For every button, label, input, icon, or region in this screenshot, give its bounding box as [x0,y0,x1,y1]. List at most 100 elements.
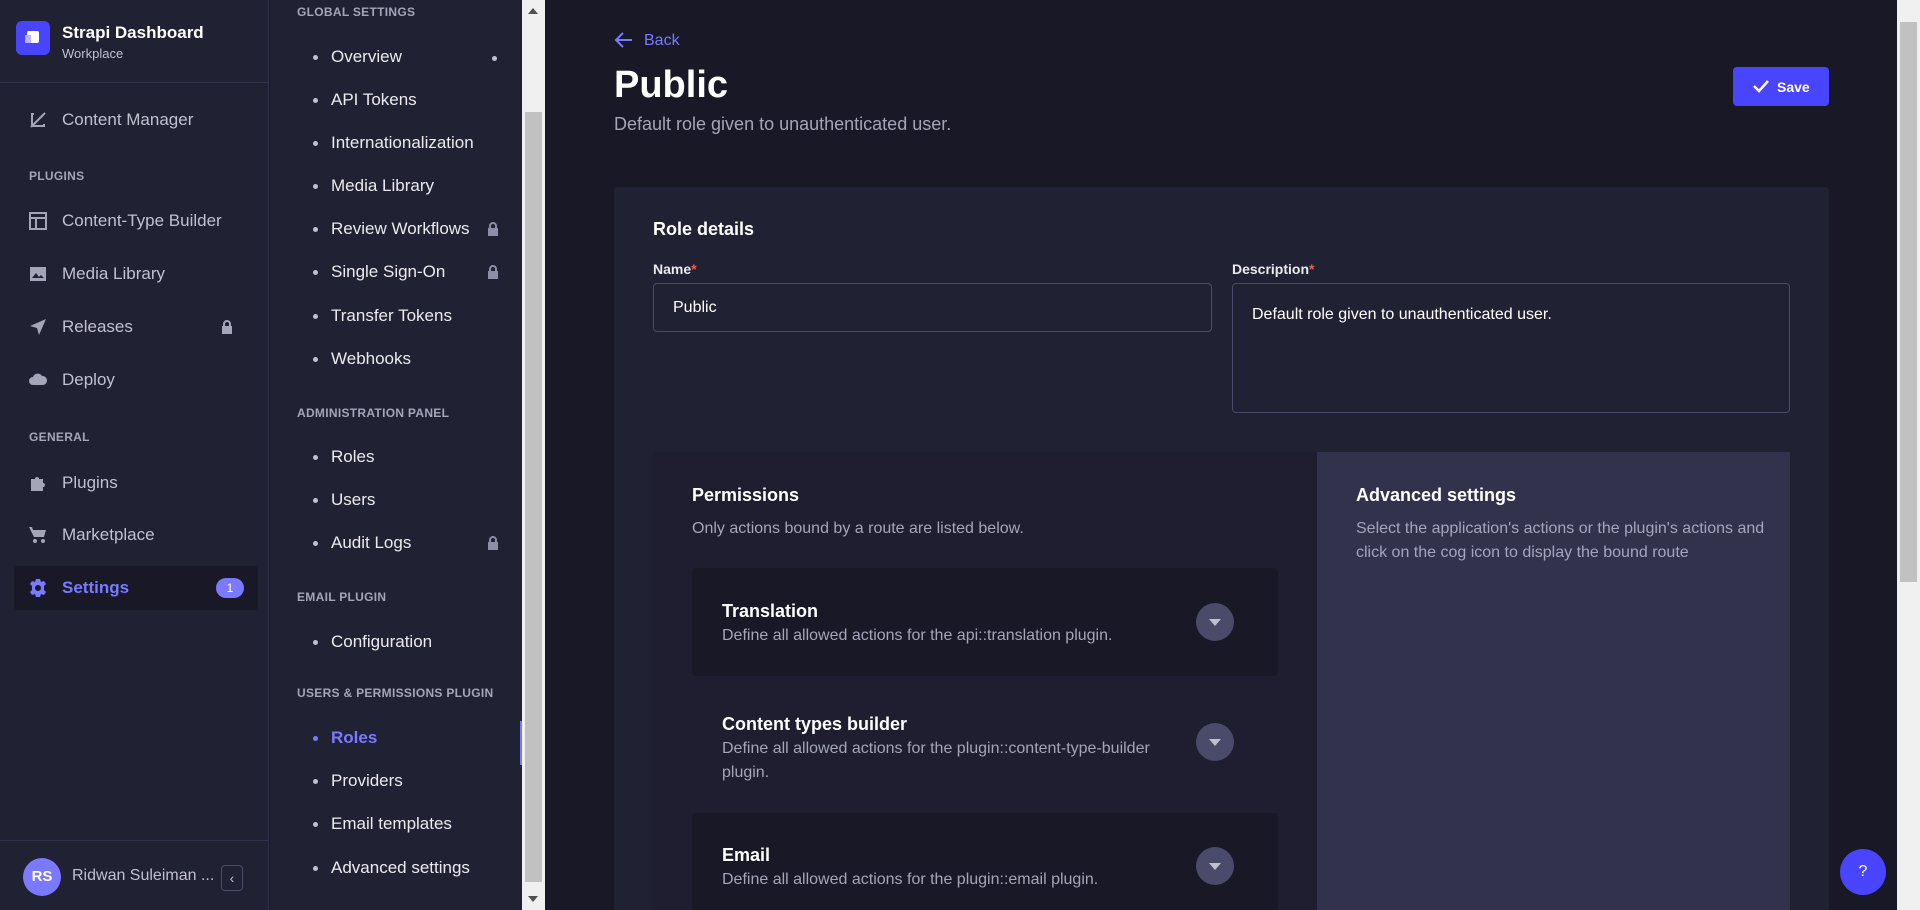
nav-content-manager[interactable]: Content Manager [14,98,258,142]
settings-item-audit-logs[interactable]: Audit Logs [270,526,520,560]
scroll-down-arrow-icon[interactable] [528,896,538,902]
nav-label: Deploy [62,370,115,389]
bullet-icon [313,640,318,645]
section-users-permissions-plugin: USERS & PERMISSIONS PLUGIN [297,686,494,700]
chevron-down-icon[interactable] [1196,603,1234,641]
check-icon [1753,80,1769,93]
settings-item-email-templates[interactable]: Email templates [270,807,520,841]
permissions-subtitle: Only actions bound by a route are listed… [692,520,1024,537]
strapi-logo [16,21,50,55]
description-textarea[interactable]: Default role given to unauthenticated us… [1232,283,1790,413]
accordion-content-types-builder[interactable]: Content types builder Define all allowed… [692,688,1278,796]
brand-header: Strapi Dashboard Workplace [0,0,268,83]
settings-item-label: Roles [331,728,378,747]
user-menu[interactable]: RS Ridwan Suleiman ... ‹ [0,840,268,910]
arrow-left-icon [614,32,632,48]
settings-item-review-workflows[interactable]: Review Workflows [270,212,520,246]
back-label: Back [644,32,680,49]
settings-item-label: Advanced settings [331,858,470,877]
scrollbar-thumb[interactable] [1900,22,1917,582]
settings-item-advanced-settings[interactable]: Advanced settings [270,851,520,885]
settings-item-media-library[interactable]: Media Library [270,169,520,203]
page-scrollbar[interactable] [1897,0,1920,910]
settings-item-label: Email templates [331,814,452,833]
section-email-plugin: EMAIL PLUGIN [297,590,387,604]
save-label: Save [1777,79,1810,95]
name-input-value: Public [673,299,717,316]
nav-label: Settings [62,578,130,597]
notification-badge: 1 [216,578,244,598]
section-global-settings: GLOBAL SETTINGS [297,5,416,19]
page-title: Public [614,64,729,106]
collapse-nav-button[interactable]: ‹ [221,865,243,891]
settings-item-overview[interactable]: Overview [270,40,520,74]
nav-section-general: GENERAL [29,430,90,444]
cog-icon [30,579,46,597]
nav-media-library[interactable]: Media Library [14,252,258,296]
feather-icon [30,112,46,128]
accordion-description: Define all allowed actions for the plugi… [722,740,1150,781]
advanced-settings-subtitle: Select the application's actions or the … [1356,520,1765,561]
bullet-icon [313,55,318,60]
settings-item-webhooks[interactable]: Webhooks [270,342,520,376]
settings-item-label: Audit Logs [331,533,412,552]
required-mark: * [691,261,697,277]
chevron-down-icon[interactable] [1196,723,1234,761]
settings-item-transfer-tokens[interactable]: Transfer Tokens [270,299,520,333]
scroll-up-arrow-icon[interactable] [528,8,538,14]
nav-settings[interactable]: Settings 1 [14,566,258,610]
help-button[interactable]: ? [1840,849,1886,895]
settings-item-label: Media Library [331,176,434,195]
settings-item-api-tokens[interactable]: API Tokens [270,83,520,117]
nav-label: Plugins [62,473,118,492]
user-name[interactable]: Ridwan Suleiman ... [72,867,214,885]
nav-releases[interactable]: Releases [14,305,258,349]
save-button[interactable]: Save [1733,67,1829,106]
settings-item-label: Internationalization [331,133,474,152]
name-input[interactable]: Public [653,283,1212,332]
shopping-cart-icon [29,527,46,543]
bullet-icon [313,184,318,189]
lock-icon [488,222,498,236]
nav-label: Content-Type Builder [62,211,222,230]
bullet-icon [313,866,318,871]
accordion-email[interactable]: Email Define all allowed actions for the… [692,813,1278,910]
bullet-icon [313,822,318,827]
permissions-title: Permissions [692,485,800,505]
nav-deploy[interactable]: Deploy [14,358,258,402]
settings-item-label: Users [331,490,376,509]
settings-item-up-roles[interactable]: Roles [270,721,522,765]
settings-item-label: Roles [331,447,375,466]
settings-nav-scrollbar[interactable] [522,0,545,910]
settings-item-internationalization[interactable]: Internationalization [270,126,520,160]
lock-icon [222,320,232,334]
page-subtitle: Default role given to unauthenticated us… [614,114,952,134]
settings-item-users[interactable]: Users [270,483,520,517]
settings-item-label: Single Sign-On [331,262,446,281]
settings-item-configuration[interactable]: Configuration [270,625,520,659]
advanced-settings-panel: Advanced settings Select the application… [1317,452,1790,910]
settings-item-label: Providers [331,771,403,790]
image-icon [30,267,46,281]
accordion-translation[interactable]: Translation Define all allowed actions f… [692,568,1278,676]
nav-label: Marketplace [62,525,155,544]
chevron-down-icon[interactable] [1196,847,1234,885]
bullet-icon [313,270,318,275]
name-label: Name* [653,261,697,277]
scrollbar-thumb[interactable] [525,112,542,882]
settings-item-providers[interactable]: Providers [270,764,520,798]
nav-marketplace[interactable]: Marketplace [14,513,258,557]
avatar[interactable]: RS [23,858,61,896]
lock-icon [488,265,498,279]
bullet-icon [313,498,318,503]
role-details-title: Role details [653,219,755,239]
accordion-title: Email [722,845,771,865]
nav-plugins[interactable]: Plugins [14,461,258,505]
nav-content-type-builder[interactable]: Content-Type Builder [14,199,258,243]
settings-item-single-sign-on[interactable]: Single Sign-On [270,255,520,289]
settings-item-roles[interactable]: Roles [270,440,520,474]
accordion-description: Define all allowed actions for the plugi… [722,871,1099,888]
required-mark: * [1309,261,1315,277]
bullet-icon [313,357,318,362]
nav-label: Releases [62,317,133,336]
